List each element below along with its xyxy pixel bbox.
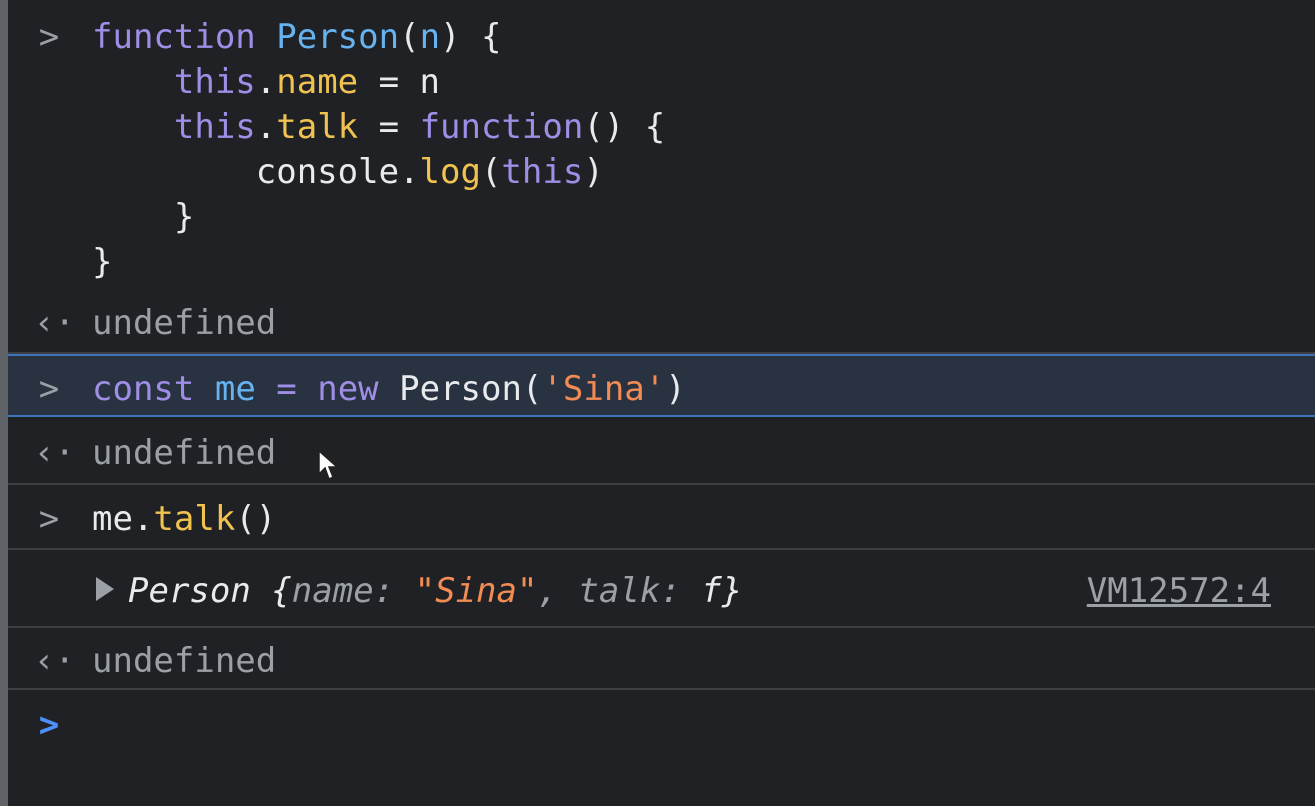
result-value: undefined [92,303,277,343]
code-line: const me = new Person('Sina') [92,366,686,412]
code-token: me [214,369,256,409]
entry-divider [8,626,1315,628]
code-token: . [255,62,277,102]
code-line: } [92,194,194,240]
code-line: this.name = n [92,59,440,105]
code-token: n [419,17,441,57]
result-value: undefined [92,641,277,681]
code-token: Person [276,17,400,57]
brace: } [721,571,743,611]
panel-edge [0,0,8,806]
code-token: 'Sina' [542,369,666,409]
input-prompt-icon: > [38,499,60,539]
code-token: ) { [440,17,502,57]
code-line: this.talk = function() { [92,104,665,150]
result-arrow-icon: ‹· [34,303,75,343]
result-value: undefined [92,433,277,473]
input-prompt-icon: > [38,17,60,57]
object-value-function: f [701,571,722,611]
code-token: ) [583,152,604,192]
code-token: function [92,17,256,57]
code-token: this [92,107,256,147]
code-token: = [358,107,420,147]
object-class-name: Person [128,571,251,611]
code-line: console.log(this) [92,149,604,195]
entry-divider [8,483,1315,485]
code-line: } [92,239,112,285]
result-arrow-icon: ‹· [34,433,75,473]
code-token: me. [92,499,154,539]
console-input-field[interactable] [92,702,1295,748]
code-token: () [235,499,277,539]
code-token: this [501,152,584,192]
object-key: talk [578,571,661,611]
result-arrow-icon: ‹· [34,641,75,681]
code-line: function Person(n) { [92,14,501,60]
code-token: talk [153,499,236,539]
code-token: Person( [378,369,543,409]
colon: : [373,571,415,611]
code-token: . [255,107,277,147]
expand-triangle-icon[interactable] [96,577,114,601]
active-prompt-icon: > [38,705,60,745]
code-token: } [92,242,113,282]
entry-divider [8,548,1315,550]
code-token: = [255,369,318,409]
devtools-console: > function Person(n) { this.name = n thi… [0,0,1315,806]
code-token: log [419,152,481,192]
code-token: ( [399,17,420,57]
colon: : [660,571,702,611]
code-token: name [276,62,359,102]
input-prompt-icon: > [38,369,60,409]
entry-divider [8,688,1315,690]
code-token: new [317,369,379,409]
code-token: const [92,369,195,409]
brace: { [250,571,292,611]
object-key: name [291,571,374,611]
code-token: () { [583,107,666,147]
code-token: function [419,107,584,147]
code-token: = n [358,62,441,102]
code-token: } [92,197,195,237]
object-value-string: "Sina" [414,571,538,611]
code-token: talk [276,107,359,147]
code-token: ( [480,152,502,192]
source-location-link[interactable]: VM12572:4 [1087,568,1271,614]
code-token: ) [665,369,686,409]
code-token: this [92,62,256,102]
logged-object-preview[interactable]: Person {name: "Sina", talk: f} [128,568,742,614]
comma: , [537,571,579,611]
code-token: console. [92,152,420,192]
code-line: me.talk() [92,496,276,542]
